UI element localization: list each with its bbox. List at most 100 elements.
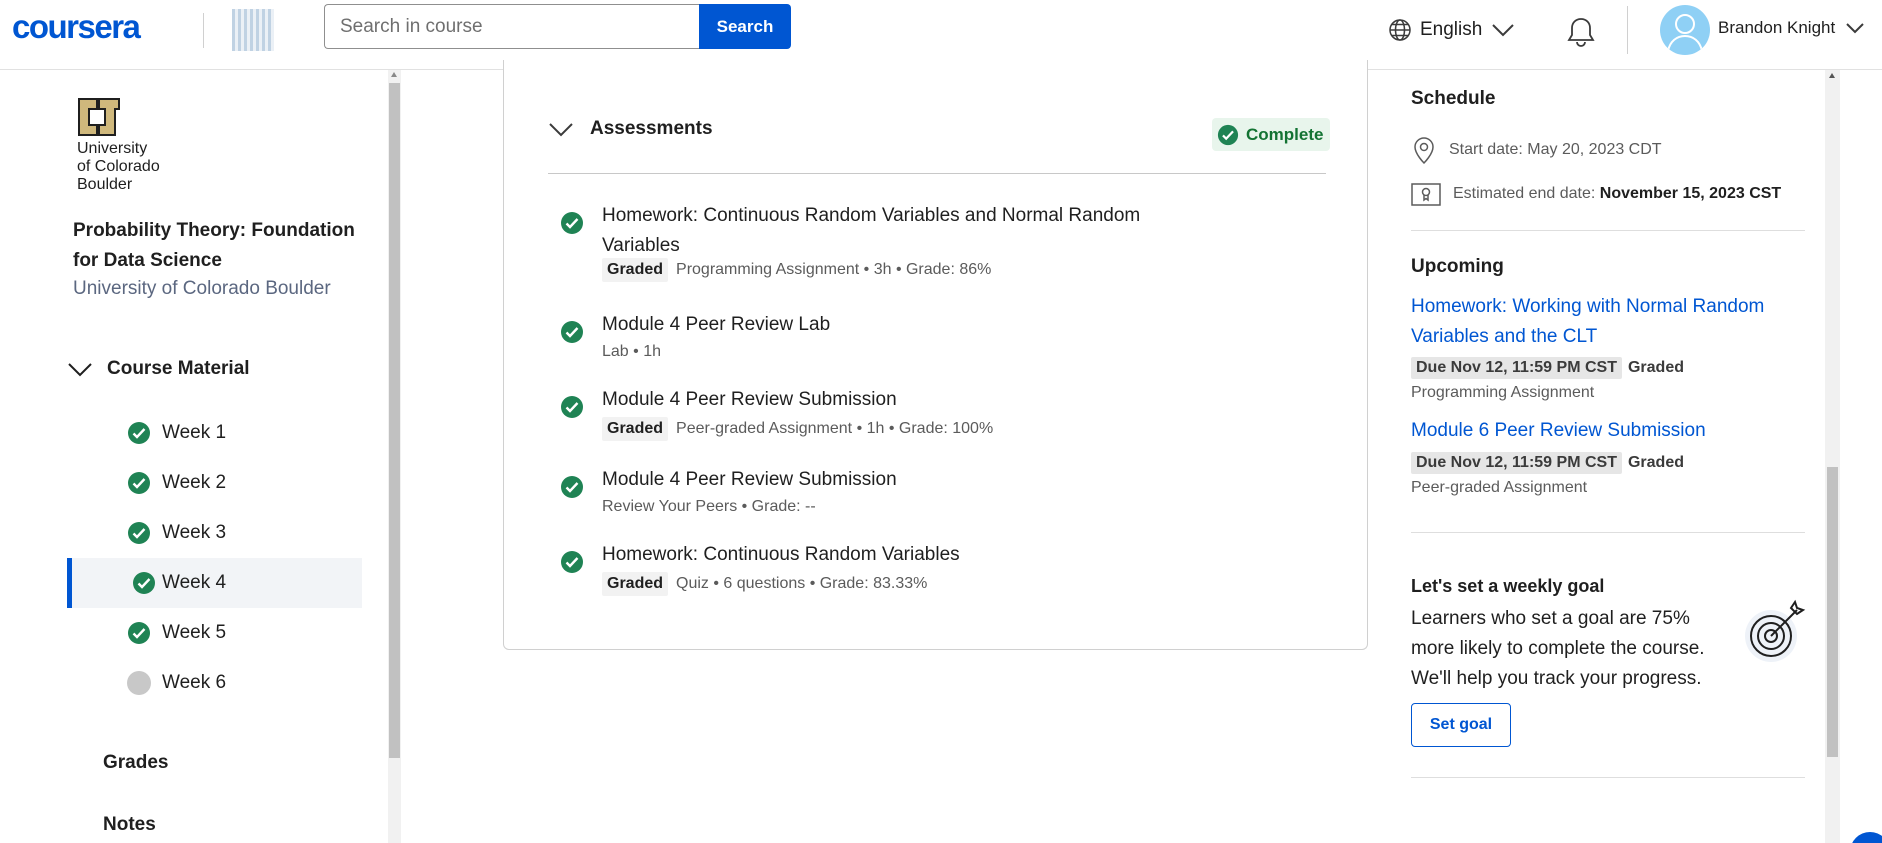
scroll-up-arrow-icon[interactable] bbox=[391, 72, 397, 77]
graded-tag: Graded bbox=[602, 258, 669, 282]
sidebar-item-week-3[interactable]: Week 3 bbox=[67, 508, 362, 558]
item-title[interactable]: Module 4 Peer Review Lab bbox=[602, 310, 1162, 340]
item-meta: Graded Programming Assignment • 3h • Gra… bbox=[602, 258, 991, 282]
help-button[interactable] bbox=[1850, 832, 1882, 843]
bell-icon bbox=[1567, 18, 1595, 47]
check-circle-icon bbox=[561, 212, 583, 234]
scrollbar-thumb[interactable] bbox=[389, 83, 400, 758]
status-badge-label: Complete bbox=[1246, 124, 1324, 144]
week-label: Week 6 bbox=[162, 672, 227, 693]
check-circle-icon bbox=[1217, 124, 1239, 145]
sidebar-item-notes[interactable]: Notes bbox=[103, 814, 156, 836]
item-title[interactable]: Module 4 Peer Review Submission bbox=[602, 385, 1162, 415]
start-date: Start date: May 20, 2023 CDT bbox=[1411, 135, 1662, 165]
chevron-down-icon bbox=[1846, 23, 1864, 34]
check-circle-icon bbox=[561, 321, 583, 343]
divider bbox=[548, 173, 1326, 174]
item-title[interactable]: Module 4 Peer Review Submission bbox=[602, 465, 1162, 495]
course-sidebar: University of Colorado Boulder Probabili… bbox=[0, 70, 385, 843]
divider bbox=[1411, 777, 1805, 778]
user-icon bbox=[1667, 14, 1703, 52]
partner-logo-thumbnail bbox=[232, 9, 274, 51]
notifications-button[interactable] bbox=[1566, 16, 1596, 53]
graded-tag: Graded bbox=[602, 417, 669, 441]
sidebar-item-week-4[interactable]: Week 4 bbox=[67, 558, 362, 608]
item-title[interactable]: Homework: Continuous Random Variables an… bbox=[602, 201, 1162, 261]
university-logo bbox=[76, 96, 122, 143]
item-meta: Graded Quiz • 6 questions • Grade: 83.33… bbox=[602, 572, 927, 596]
header-divider bbox=[203, 13, 204, 48]
user-menu[interactable]: Brandon Knight bbox=[1718, 18, 1865, 38]
graded-label: Graded bbox=[1627, 454, 1684, 471]
search-button[interactable]: Search bbox=[699, 4, 791, 49]
course-title[interactable]: Probability Theory: Foundation for Data … bbox=[73, 216, 358, 276]
coursera-logo[interactable]: coursera bbox=[12, 8, 141, 46]
due-date-badge: Due Nov 12, 11:59 PM CST bbox=[1411, 357, 1622, 379]
item-details: Programming Assignment • 3h • Grade: 86% bbox=[676, 261, 992, 278]
sidebar-scrollbar[interactable] bbox=[388, 70, 401, 843]
sidebar-item-week-2[interactable]: Week 2 bbox=[67, 458, 362, 508]
check-circle-icon bbox=[561, 551, 583, 573]
course-material-label: Course Material bbox=[107, 358, 250, 379]
upcoming-heading: Upcoming bbox=[1411, 256, 1504, 277]
week-label: Week 5 bbox=[162, 622, 227, 643]
chevron-down-icon bbox=[1492, 24, 1515, 37]
check-circle-icon bbox=[128, 522, 150, 544]
check-circle-icon bbox=[128, 422, 150, 444]
check-circle-icon bbox=[128, 472, 150, 494]
check-circle-icon bbox=[561, 396, 583, 418]
scrollbar-thumb[interactable] bbox=[1827, 467, 1838, 757]
university-logo-text: University of Colorado Boulder bbox=[77, 140, 160, 193]
main-scrollbar[interactable] bbox=[1825, 70, 1840, 843]
location-pin-icon bbox=[1414, 137, 1434, 165]
estimated-end-date: Estimated end date: November 15, 2023 CS… bbox=[1411, 182, 1781, 206]
due-info: Due Nov 12, 11:59 PM CST Graded bbox=[1411, 452, 1684, 474]
item-meta: Lab • 1h bbox=[602, 343, 661, 361]
scroll-up-arrow-icon[interactable] bbox=[1829, 73, 1835, 78]
header-divider bbox=[1627, 6, 1628, 54]
graded-tag: Graded bbox=[602, 572, 669, 596]
course-org: University of Colorado Boulder bbox=[73, 278, 331, 299]
avatar[interactable] bbox=[1660, 5, 1710, 55]
assessments-toggle[interactable]: Assessments bbox=[548, 118, 713, 140]
week-label: Week 3 bbox=[162, 522, 227, 543]
incomplete-circle-icon bbox=[127, 671, 151, 695]
item-details: Review Your Peers • Grade: -- bbox=[602, 498, 816, 515]
chevron-down-icon bbox=[549, 123, 573, 137]
sidebar-item-week-5[interactable]: Week 5 bbox=[67, 608, 362, 658]
item-details: Quiz • 6 questions • Grade: 83.33% bbox=[676, 575, 928, 592]
globe-icon bbox=[1389, 19, 1411, 41]
due-info: Due Nov 12, 11:59 PM CST Graded bbox=[1411, 357, 1684, 379]
weekly-goal-text: Learners who set a goal are 75% more lik… bbox=[1411, 608, 1705, 689]
chevron-down-icon bbox=[68, 363, 92, 377]
item-meta: Review Your Peers • Grade: -- bbox=[602, 498, 816, 516]
language-selector[interactable]: English bbox=[1388, 16, 1516, 44]
course-material-toggle[interactable]: Course Material bbox=[67, 358, 250, 380]
target-icon bbox=[1745, 599, 1806, 662]
week-label: Week 1 bbox=[162, 422, 227, 443]
assessments-heading: Assessments bbox=[590, 118, 713, 139]
upcoming-item-link[interactable]: Module 6 Peer Review Submission bbox=[1411, 416, 1801, 446]
week-label: Week 2 bbox=[162, 472, 227, 493]
assignment-type: Peer-graded Assignment bbox=[1411, 479, 1588, 496]
sidebar-item-week-1[interactable]: Week 1 bbox=[67, 408, 362, 458]
check-circle-icon bbox=[128, 622, 150, 644]
sidebar-item-grades[interactable]: Grades bbox=[103, 752, 168, 774]
schedule-heading: Schedule bbox=[1411, 88, 1496, 109]
language-label: English bbox=[1420, 19, 1483, 40]
status-badge: Complete bbox=[1212, 118, 1331, 151]
item-title[interactable]: Homework: Continuous Random Variables bbox=[602, 540, 1162, 570]
sidebar-item-week-6[interactable]: Week 6 bbox=[67, 658, 362, 708]
weekly-goal-heading: Let's set a weekly goal bbox=[1411, 576, 1605, 596]
check-circle-icon bbox=[133, 572, 155, 594]
assessments-card: Assessments Complete Homework: Continuou… bbox=[503, 60, 1368, 650]
upcoming-item-link[interactable]: Homework: Working with Normal Random Var… bbox=[1411, 292, 1801, 352]
item-meta: Graded Peer-graded Assignment • 1h • Gra… bbox=[602, 417, 993, 441]
due-date-badge: Due Nov 12, 11:59 PM CST bbox=[1411, 452, 1622, 474]
cu-emblem-icon bbox=[78, 98, 120, 136]
assignment-type: Programming Assignment bbox=[1411, 384, 1595, 401]
certificate-icon bbox=[1411, 183, 1441, 206]
search-input[interactable] bbox=[324, 4, 699, 49]
set-goal-button[interactable]: Set goal bbox=[1411, 703, 1511, 747]
item-details: Lab • 1h bbox=[602, 343, 661, 360]
